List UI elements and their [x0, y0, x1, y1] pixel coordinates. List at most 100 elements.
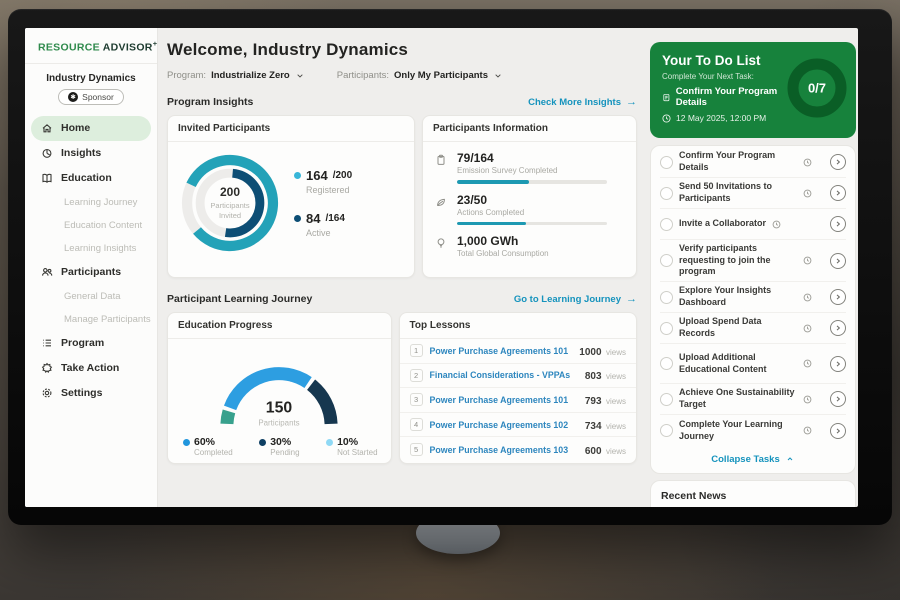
lesson-row[interactable]: 4 Power Purchase Agreements 102 734 view… — [400, 413, 636, 438]
sidebar-item-label: Manage Participants — [64, 314, 151, 325]
todo-go-button[interactable] — [830, 356, 846, 372]
todo-item[interactable]: Achieve One Sustainability Target — [660, 384, 846, 415]
lesson-rank: 1 — [410, 344, 423, 357]
todo-due-date: 12 May 2025, 12:00 PM — [676, 113, 766, 123]
legend-value: 10% — [337, 436, 358, 448]
photo-background: RESOURCE ADVISOR+ Industry Dynamics ✱ Sp… — [0, 0, 900, 600]
sidebar-item-manage-participants[interactable]: Manage Participants — [31, 308, 151, 331]
sidebar-item-take-action[interactable]: Take Action — [31, 356, 151, 381]
todo-checkbox[interactable] — [660, 291, 673, 304]
learning-journey-title: Participant Learning Journey — [167, 293, 312, 305]
todo-item[interactable]: Send 50 Invitations to Participants — [660, 178, 846, 209]
sidebar-item-learning-journey[interactable]: Learning Journey — [31, 191, 151, 214]
todo-go-button[interactable] — [830, 185, 846, 201]
todo-checkbox[interactable] — [660, 156, 673, 169]
lesson-row[interactable]: 2 Financial Considerations - VPPAs 803 v… — [400, 364, 636, 389]
sponsor-badge: ✱ Sponsor — [58, 89, 124, 105]
lesson-title-link[interactable]: Financial Considerations - VPPAs — [430, 370, 578, 380]
todo-go-button[interactable] — [830, 391, 846, 407]
donut-center-value: 200 — [220, 185, 240, 199]
sidebar-item-program[interactable]: Program — [31, 331, 151, 356]
todo-go-button[interactable] — [830, 253, 846, 269]
legend-active: 84/164 Active — [294, 211, 352, 238]
sidebar-item-insights[interactable]: Insights — [31, 141, 151, 166]
sidebar-item-label: Participants — [61, 266, 121, 278]
todo-checkbox[interactable] — [660, 187, 673, 200]
brand-plus: + — [153, 39, 158, 48]
participants-icon — [41, 266, 53, 278]
chevron-down-icon — [295, 72, 305, 80]
sidebar-item-general-data[interactable]: General Data — [31, 285, 151, 308]
todo-item[interactable]: Upload Spend Data Records — [660, 313, 846, 344]
legend-value: 30% — [270, 436, 291, 448]
arrow-right-icon: → — [626, 294, 637, 305]
check-more-insights-link[interactable]: Check More Insights → — [528, 97, 637, 108]
participants-dropdown[interactable]: Participants: Only My Participants — [337, 70, 503, 81]
lesson-title-link[interactable]: Power Purchase Agreements 101 — [430, 395, 578, 405]
program-dropdown[interactable]: Program: Industrialize Zero — [167, 70, 305, 81]
todo-go-button[interactable] — [830, 216, 846, 232]
card-title: Participants Information — [423, 116, 636, 142]
task-clock-icon — [803, 293, 812, 302]
todo-checkbox[interactable] — [660, 218, 673, 231]
task-doc-icon — [662, 92, 671, 103]
todo-item[interactable]: Invite a Collaborator — [660, 209, 846, 240]
lesson-row[interactable]: 5 Power Purchase Agreements 103 600 view… — [400, 437, 636, 462]
todo-item-label: Upload Spend Data Records — [679, 316, 797, 339]
settings-gear-icon — [41, 387, 53, 399]
lesson-views-count: 803 — [585, 371, 602, 382]
take-action-icon — [41, 362, 53, 374]
sidebar-item-settings[interactable]: Settings — [31, 381, 151, 406]
go-to-learning-journey-link[interactable]: Go to Learning Journey → — [514, 294, 637, 305]
todo-checkbox[interactable] — [660, 254, 673, 267]
gauge-center-value: 150 — [266, 400, 293, 417]
survey-clipboard-icon — [435, 154, 447, 166]
todo-go-button[interactable] — [830, 423, 846, 439]
sidebar: RESOURCE ADVISOR+ Industry Dynamics ✱ Sp… — [25, 28, 158, 507]
todo-go-button[interactable] — [830, 154, 846, 170]
clock-icon — [662, 114, 671, 123]
lesson-title-link[interactable]: Power Purchase Agreements 103 — [430, 445, 578, 455]
todo-checkbox[interactable] — [660, 393, 673, 406]
todo-checkbox[interactable] — [660, 357, 673, 370]
todo-item[interactable]: Explore Your Insights Dashboard — [660, 282, 846, 313]
task-clock-icon — [803, 359, 812, 368]
sidebar-item-label: Settings — [61, 387, 102, 399]
todo-summary-card: Your To Do List Complete Your Next Task:… — [650, 42, 856, 138]
legend-label: Registered — [306, 185, 352, 195]
todo-checkbox[interactable] — [660, 424, 673, 437]
todo-next-task: Confirm Your Program Details — [676, 86, 794, 108]
lesson-title-link[interactable]: Power Purchase Agreements 102 — [430, 420, 578, 430]
legend-value: 164 — [306, 168, 328, 183]
sidebar-item-education[interactable]: Education — [31, 166, 151, 191]
legend-label: Not Started — [337, 448, 377, 457]
participants-value: Only My Participants — [394, 70, 488, 81]
legend-total: /200 — [333, 170, 352, 181]
todo-item[interactable]: Upload Additional Educational Content — [660, 344, 846, 384]
lesson-row[interactable]: 3 Power Purchase Agreements 101 793 view… — [400, 388, 636, 413]
lesson-rank: 4 — [410, 418, 423, 431]
metric-value: 1,000 GWh — [457, 234, 549, 248]
sidebar-item-education-content[interactable]: Education Content — [31, 214, 151, 237]
sidebar-item-participants[interactable]: Participants — [31, 260, 151, 285]
legend-not-started: 10% Not Started — [326, 436, 377, 457]
collapse-tasks-link[interactable]: Collapse Tasks — [660, 446, 846, 472]
sidebar-item-label: Take Action — [61, 362, 119, 374]
todo-item[interactable]: Complete Your Learning Journey — [660, 415, 846, 446]
todo-go-button[interactable] — [830, 289, 846, 305]
todo-item[interactable]: Confirm Your Program Details — [660, 147, 846, 178]
todo-item-label: Upload Additional Educational Content — [679, 352, 797, 375]
todo-go-button[interactable] — [830, 320, 846, 336]
home-icon — [41, 122, 53, 134]
legend-dot — [183, 439, 190, 446]
lesson-row[interactable]: 1 Power Purchase Agreements 101 1000 vie… — [400, 339, 636, 364]
sidebar-item-learning-insights[interactable]: Learning Insights — [31, 237, 151, 260]
lesson-title-link[interactable]: Power Purchase Agreements 101 — [430, 346, 573, 356]
lesson-views-count: 734 — [585, 421, 602, 432]
sidebar-item-home[interactable]: Home — [31, 116, 151, 141]
todo-checkbox[interactable] — [660, 322, 673, 335]
sidebar-item-label: Insights — [61, 147, 101, 159]
todo-list-card: Confirm Your Program Details Send 50 Inv… — [650, 145, 856, 474]
participants-information-card: Participants Information 79/164 Emission… — [422, 115, 637, 278]
todo-item[interactable]: Verify participants requesting to join t… — [660, 240, 846, 282]
